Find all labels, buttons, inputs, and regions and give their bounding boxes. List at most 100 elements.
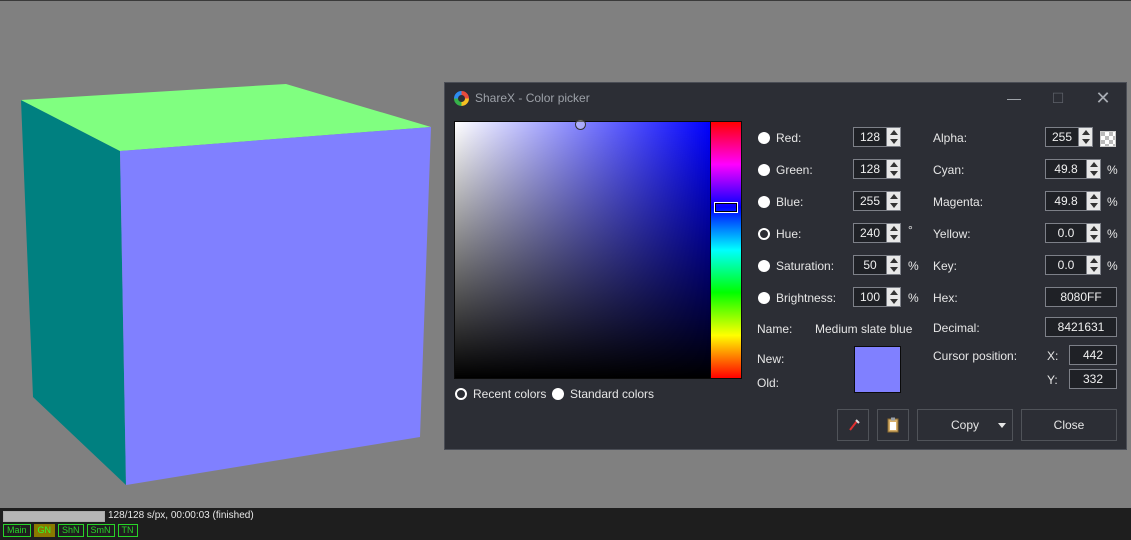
standard-colors-label: Standard colors (570, 387, 655, 401)
green-spinner[interactable] (886, 160, 900, 178)
standard-colors-radio[interactable] (552, 388, 564, 400)
red-radio[interactable] (758, 132, 770, 144)
new-color-label: New: (757, 352, 785, 366)
status-tab-tn[interactable]: TN (117, 524, 138, 537)
red-value[interactable]: 128 (854, 128, 886, 146)
red-spinner[interactable] (886, 128, 900, 146)
key-input[interactable]: 0.0 (1045, 255, 1101, 275)
brightness-input[interactable]: 100 (853, 287, 901, 307)
alpha-value[interactable]: 255 (1046, 128, 1078, 146)
status-tab-gn[interactable]: GN (33, 524, 56, 537)
saturation-brightness-area[interactable] (454, 121, 712, 379)
transparency-checker-icon (1100, 131, 1116, 147)
recent-colors-label: Recent colors (473, 387, 547, 401)
blue-radio[interactable] (758, 196, 770, 208)
hue-label: Hue: (776, 227, 802, 241)
hue-slider[interactable] (710, 121, 742, 379)
brightness-spinner[interactable] (886, 288, 900, 306)
decimal-label: Decimal: (933, 321, 980, 335)
cursor-x-value: 442 (1069, 345, 1117, 365)
cursor-x-label: X: (1047, 349, 1059, 363)
saturation-value[interactable]: 50 (854, 256, 886, 274)
alpha-spinner[interactable] (1078, 128, 1092, 146)
color-picker-window: ShareX - Color picker — ☐ ✕ Recent color… (444, 82, 1127, 450)
cyan-label: Cyan: (933, 163, 965, 177)
brightness-value[interactable]: 100 (854, 288, 886, 306)
status-tabs: Main GN ShN SmN TN (3, 524, 138, 537)
red-input[interactable]: 128 (853, 127, 901, 147)
status-tab-smn[interactable]: SmN (86, 524, 115, 537)
hex-input[interactable]: 8080FF (1045, 287, 1117, 307)
cyan-unit: % (1107, 163, 1118, 177)
cursor-y-value: 332 (1069, 369, 1117, 389)
color-selector-handle[interactable] (575, 119, 586, 130)
magenta-input[interactable]: 49.8 (1045, 191, 1101, 211)
blue-input[interactable]: 255 (853, 191, 901, 211)
hue-input[interactable]: 240 (853, 223, 901, 243)
maximize-button[interactable]: ☐ (1045, 87, 1071, 109)
magenta-value[interactable]: 49.8 (1046, 192, 1086, 210)
saturation-radio[interactable] (758, 260, 770, 272)
green-radio[interactable] (758, 164, 770, 176)
status-tab-shn[interactable]: ShN (58, 524, 84, 537)
saturation-label: Saturation: (776, 259, 835, 273)
cyan-spinner[interactable] (1086, 160, 1100, 178)
key-unit: % (1107, 259, 1118, 273)
screen-pick-button[interactable] (837, 409, 869, 441)
cyan-input[interactable]: 49.8 (1045, 159, 1101, 179)
cube-front-face (120, 127, 431, 485)
green-label: Green: (776, 163, 813, 177)
hue-value[interactable]: 240 (854, 224, 886, 242)
minimize-button[interactable]: — (1001, 87, 1027, 109)
brightness-unit: % (908, 291, 919, 305)
blue-spinner[interactable] (886, 192, 900, 210)
saturation-input[interactable]: 50 (853, 255, 901, 275)
magenta-spinner[interactable] (1086, 192, 1100, 210)
hue-slider-handle[interactable] (714, 202, 738, 213)
copy-button[interactable]: Copy (917, 409, 1013, 441)
decimal-input[interactable]: 8421631 (1045, 317, 1117, 337)
hue-unit: ° (908, 223, 913, 237)
render-progress-bar (3, 511, 105, 522)
key-spinner[interactable] (1086, 256, 1100, 274)
cube-side-face (21, 100, 126, 485)
recent-colors-radio[interactable] (455, 388, 467, 400)
magenta-unit: % (1107, 195, 1118, 209)
pipette-icon (849, 419, 860, 431)
blue-value[interactable]: 255 (854, 192, 886, 210)
yellow-value[interactable]: 0.0 (1046, 224, 1086, 242)
yellow-unit: % (1107, 227, 1118, 241)
color-name-value: Medium slate blue (815, 322, 913, 336)
chevron-down-icon[interactable] (998, 423, 1006, 428)
saturation-spinner[interactable] (886, 256, 900, 274)
yellow-spinner[interactable] (1086, 224, 1100, 242)
magenta-label: Magenta: (933, 195, 984, 209)
hue-spinner[interactable] (886, 224, 900, 242)
cyan-value[interactable]: 49.8 (1046, 160, 1086, 178)
hex-label: Hex: (933, 291, 958, 305)
status-bar: 128/128 s/px, 00:00:03 (finished) Main G… (0, 508, 1131, 540)
old-color-swatch[interactable] (855, 369, 900, 392)
green-input[interactable]: 128 (853, 159, 901, 179)
copy-button-label: Copy (950, 418, 979, 432)
status-tab-main[interactable]: Main (3, 524, 31, 537)
render-status-text: 128/128 s/px, 00:00:03 (finished) (108, 510, 254, 521)
key-value[interactable]: 0.0 (1046, 256, 1086, 274)
render-progress-fill (4, 512, 104, 521)
clipboard-button[interactable] (877, 409, 909, 441)
alpha-input[interactable]: 255 (1045, 127, 1093, 147)
title-bar[interactable]: ShareX - Color picker — ☐ ✕ (445, 83, 1126, 113)
yellow-input[interactable]: 0.0 (1045, 223, 1101, 243)
new-color-swatch (855, 347, 900, 370)
close-window-button[interactable]: ✕ (1090, 87, 1116, 109)
color-name-label: Name: (757, 322, 793, 336)
saturation-unit: % (908, 259, 919, 273)
close-button[interactable]: Close (1021, 409, 1117, 441)
window-title: ShareX - Color picker (475, 91, 590, 105)
color-preview-swatch (854, 346, 901, 393)
green-value[interactable]: 128 (854, 160, 886, 178)
yellow-label: Yellow: (933, 227, 971, 241)
cursor-position-label: Cursor position: (933, 349, 1018, 363)
brightness-radio[interactable] (758, 292, 770, 304)
hue-radio[interactable] (758, 228, 770, 240)
